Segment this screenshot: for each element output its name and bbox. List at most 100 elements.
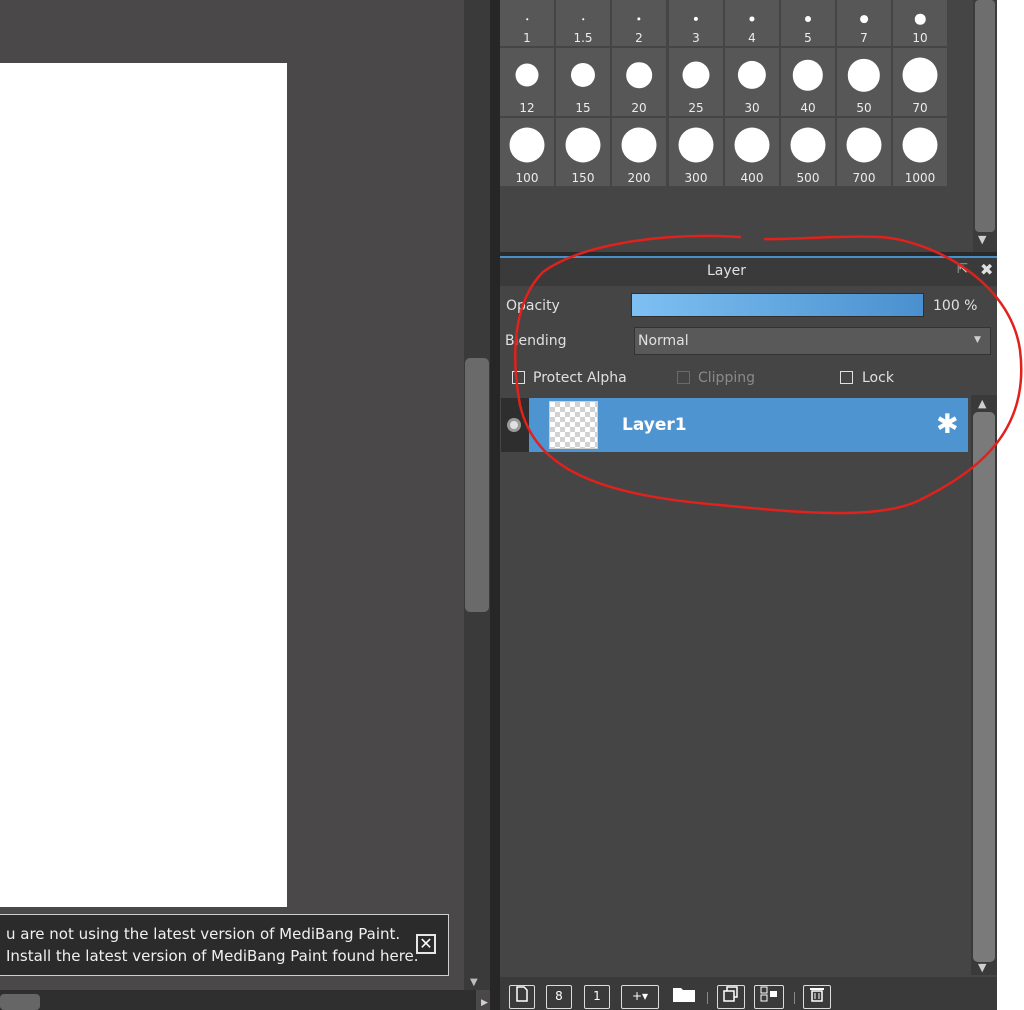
brush-size-option[interactable]: 50 [837,48,891,116]
opacity-value: 100 % [933,298,978,314]
lock-checkbox[interactable] [840,371,853,384]
brush-size-option[interactable]: 200 [612,118,666,186]
brush-size-label: 10 [912,31,928,45]
new-layer-icon[interactable] [509,985,535,1009]
brush-size-option[interactable]: 4 [725,0,779,46]
brush-size-option[interactable]: 2 [612,0,666,46]
visibility-dot [510,421,518,429]
new-1bit-layer-icon[interactable]: 1 [584,985,610,1009]
undock-icon[interactable]: ⇱ [957,262,968,277]
brush-size-label: 7 [860,31,868,45]
brush-size-dot [914,13,926,25]
brush-size-option[interactable]: 70 [893,48,947,116]
layer-list [500,395,973,975]
brush-size-label: 40 [800,101,816,115]
chevron-down-icon[interactable]: ▼ [974,335,981,345]
brush-size-label: 30 [744,101,760,115]
brush-size-dot [902,127,938,163]
brush-size-option[interactable]: 100 [500,118,554,186]
brush-size-option[interactable]: 500 [781,118,835,186]
brush-size-dot [582,18,584,20]
gear-icon[interactable]: ✱ [936,410,959,440]
brush-size-dot [749,16,755,22]
layer-toolbar [500,977,997,1010]
brush-size-dot [515,63,539,87]
brush-size-label: 3 [692,31,700,45]
brush-size-option[interactable]: 5 [781,0,835,46]
delete-layer-icon[interactable] [803,985,831,1009]
merge-down-icon[interactable] [754,985,784,1009]
brush-size-option[interactable]: 1.5 [556,0,610,46]
brush-size-option[interactable]: 12 [500,48,554,116]
brush-size-label: 15 [575,101,591,115]
protect-alpha-label: Protect Alpha [533,370,627,386]
brush-size-option[interactable]: 1000 [893,118,947,186]
brush-size-option[interactable]: 30 [725,48,779,116]
new-8bit-layer-icon[interactable]: 8 [546,985,572,1009]
brush-size-label: 700 [852,171,876,185]
brush-size-dot [526,18,528,20]
protect-alpha-checkbox[interactable] [512,371,525,384]
brush-size-option[interactable]: 700 [837,118,891,186]
brush-size-option[interactable]: 3 [669,0,723,46]
toolbar-separator [707,992,708,1004]
brush-size-option[interactable]: 40 [781,48,835,116]
scroll-down-icon[interactable]: ▼ [978,961,986,974]
brush-size-dot [682,61,710,89]
panel-splitter[interactable] [490,0,500,1010]
brush-panel-scroll-thumb[interactable] [975,0,995,232]
brush-size-label: 2 [635,31,643,45]
brush-size-dot [792,59,824,91]
brush-size-label: 5 [804,31,812,45]
brush-size-label: 70 [912,101,928,115]
drawing-canvas[interactable] [0,63,287,907]
close-icon[interactable]: ✖ [980,260,993,279]
brush-size-dot [509,127,545,163]
notice-close-icon[interactable]: ✕ [416,934,436,954]
brush-size-option[interactable]: 1 [500,0,554,46]
brush-size-label: 1000 [904,171,936,185]
scroll-down-icon[interactable]: ▼ [978,233,986,246]
brush-size-option[interactable]: 10 [893,0,947,46]
brush-size-dot [847,59,881,92]
layer-list-scroll-thumb[interactable] [973,412,995,962]
update-notice-line2[interactable]: Install the latest version of MediBang P… [6,947,419,965]
brush-size-option[interactable]: 7 [837,0,891,46]
canvas-horizontal-scrollbar[interactable] [0,990,476,1010]
blending-mode-value: Normal [638,333,689,349]
update-notice[interactable]: u are not using the latest version of Me… [0,914,449,976]
brush-size-option[interactable]: 25 [669,48,723,116]
brush-size-dot [678,127,714,163]
blending-label: Blending [505,333,567,349]
window-edge [997,0,1024,1010]
brush-size-label: 20 [631,101,647,115]
brush-size-option[interactable]: 20 [612,48,666,116]
brush-size-option[interactable]: 150 [556,118,610,186]
brush-size-label: 150 [571,171,595,185]
canvas-vertical-scroll-thumb[interactable] [465,358,489,612]
duplicate-layer-icon[interactable] [717,985,745,1009]
brush-size-option[interactable]: 15 [556,48,610,116]
layer-panel-title: Layer [706,263,747,279]
brush-size-dot [637,17,641,21]
clipping-checkbox[interactable] [677,371,690,384]
scroll-up-icon[interactable]: ▲ [978,397,986,410]
splitter-arrow-icon[interactable]: ▶ [481,998,488,1008]
brush-size-option[interactable]: 400 [725,118,779,186]
brush-size-label: 1.5 [573,31,593,45]
add-layer-menu-icon[interactable]: +▾ [621,985,659,1009]
brush-size-dot [805,16,811,22]
brush-size-label: 4 [748,31,756,45]
brush-size-label: 50 [856,101,872,115]
canvas-horizontal-scroll-thumb[interactable] [0,994,40,1010]
brush-size-dot [570,63,596,88]
brush-size-dot [693,16,699,22]
opacity-slider[interactable] [631,293,924,317]
brush-size-dot [621,127,657,163]
brush-size-label: 500 [796,171,820,185]
folder-icon[interactable] [670,985,697,1009]
scroll-down-icon[interactable]: ▼ [470,977,478,988]
brush-size-option[interactable]: 300 [669,118,723,186]
brush-size-dot [790,127,826,163]
toolbar-separator [794,992,795,1004]
